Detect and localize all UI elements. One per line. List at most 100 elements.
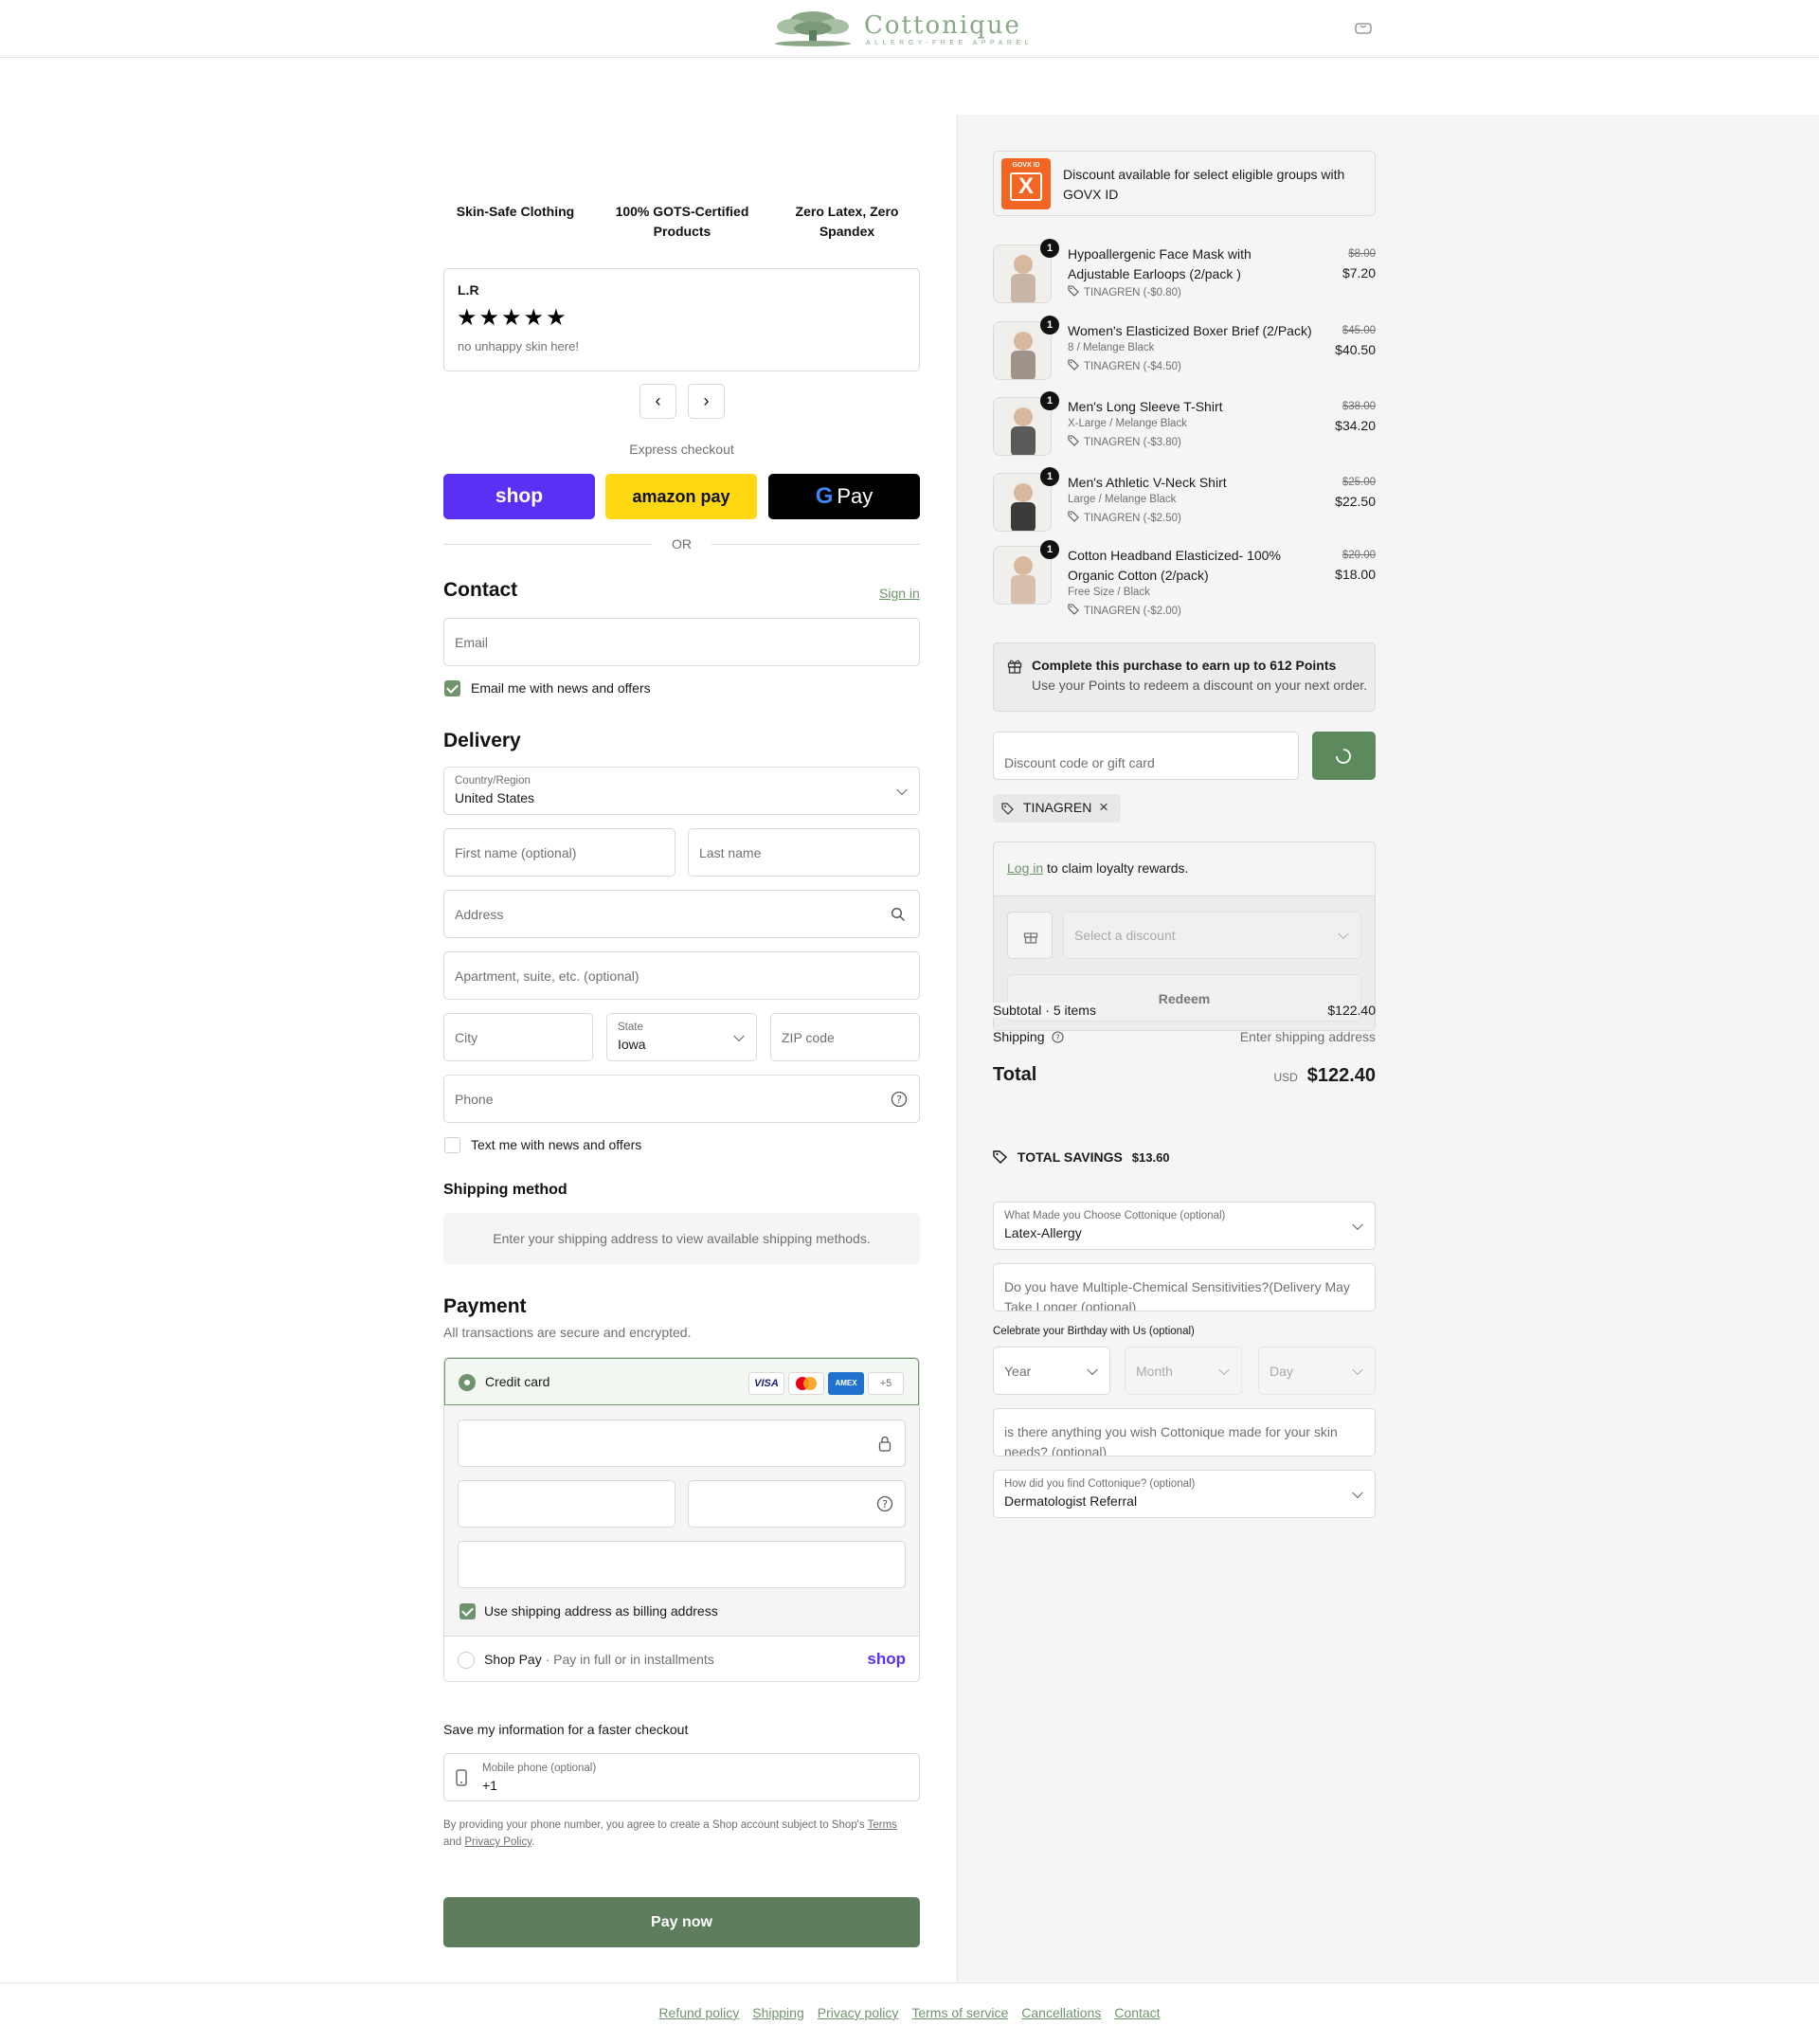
mastercard-icon [788,1372,824,1395]
footer-divider [0,1982,1819,1983]
discounted-price: $7.20 [1342,265,1376,280]
footer-link-privacy-policy[interactable]: Privacy policy [818,2005,899,2020]
footer-link-terms-of-service[interactable]: Terms of service [911,2005,1008,2020]
lock-icon [878,1436,891,1452]
chevron-down-icon [1352,1487,1363,1498]
footer-link-shipping[interactable]: Shipping [752,2005,804,2020]
tag-icon [1068,604,1079,615]
subtotal-value: $122.40 [1327,1003,1376,1018]
discounted-price: $40.50 [1335,342,1376,357]
remove-discount-icon[interactable]: × [1099,798,1108,817]
tag-icon [1068,435,1079,446]
footer-link-refund-policy[interactable]: Refund policy [658,2005,739,2020]
help-circle-icon[interactable]: ? [876,1495,893,1512]
email-news-checkbox[interactable] [444,680,460,696]
apartment-field[interactable]: Apartment, suite, etc. (optional) [443,951,920,1000]
birthday-month-select[interactable]: Month [1125,1347,1242,1395]
product-discount-code: TINAGREN (-$4.50) [1084,361,1181,372]
govx-banner[interactable]: GOVX ID X Discount available for select … [993,151,1376,216]
shop-pay-express-button[interactable]: shop [443,474,595,519]
footer-link-cancellations[interactable]: Cancellations [1021,2005,1101,2020]
review-prev-button[interactable]: ‹ [639,384,676,419]
chevron-down-icon [1087,1364,1098,1375]
birthday-day-select[interactable]: Day [1258,1347,1376,1395]
address-field[interactable]: Address [443,890,920,938]
save-info-heading: Save my information for a faster checkou… [443,1722,689,1737]
help-circle-icon[interactable]: ? [1052,1031,1064,1043]
terms-link[interactable]: Terms [868,1819,897,1831]
zip-field[interactable]: ZIP code [770,1013,920,1061]
product-discount: TINAGREN (-$4.50) [1068,359,1181,372]
gift-icon [1007,660,1022,674]
how-find-select[interactable]: How did you find Cottonique? (optional) … [993,1470,1376,1518]
first-name-placeholder: First name (optional) [455,844,577,860]
mcs-field[interactable]: Do you have Multiple-Chemical Sensitivit… [993,1263,1376,1311]
divider-right [711,544,920,545]
original-price: $20.00 [1342,550,1376,561]
shop-pay-option[interactable]: Shop Pay · Pay in full or in installment… [444,1636,919,1681]
mobile-phone-icon [456,1769,467,1786]
footer-link-contact[interactable]: Contact [1114,2005,1160,2020]
divider-left [443,544,652,545]
sign-in-link[interactable]: Sign in [879,586,920,601]
tree-icon [775,11,851,46]
quantity-badge: 1 [1040,316,1059,335]
tag-icon [1068,359,1079,371]
google-pay-button[interactable]: G Pay [768,474,920,519]
select-discount-dropdown[interactable]: Select a discount [1063,912,1361,959]
review-next-button[interactable]: › [688,384,725,419]
govx-text: Discount available for select eligible g… [1063,167,1345,202]
wish-placeholder: is there anything you wish Cottonique ma… [1004,1424,1338,1456]
product-name: Women's Elasticized Boxer Brief (2/Pack) [1068,323,1312,338]
apply-discount-button[interactable] [1312,732,1376,780]
amazon-pay-button[interactable]: amazon pay [605,474,757,519]
loyalty-login-link[interactable]: Log in [1007,860,1043,876]
govx-logo-text: GOVX ID [1012,162,1040,169]
billing-same-checkbox[interactable] [459,1603,476,1619]
legal-text: By providing your phone number, you agre… [443,1819,865,1831]
total-savings-label: TOTAL SAVINGS [1017,1149,1123,1165]
points-banner: Complete this purchase to earn up to 612… [993,642,1376,712]
google-g-icon: G [815,483,834,509]
search-icon [891,907,906,922]
credit-card-option[interactable]: Credit card VISA AMEX +5 [444,1358,919,1405]
card-number-field[interactable] [458,1420,906,1467]
first-name-field[interactable]: First name (optional) [443,828,675,877]
wish-field[interactable]: is there anything you wish Cottonique ma… [993,1408,1376,1456]
email-field[interactable]: Email [443,618,920,666]
product-variant: X-Large / Melange Black [1068,418,1187,429]
state-select[interactable]: State Iowa [606,1013,757,1061]
shop-legal-text: By providing your phone number, you agre… [443,1819,897,1848]
help-circle-icon[interactable]: ? [891,1091,908,1108]
mobile-phone-field[interactable]: Mobile phone (optional) +1 [443,1753,920,1801]
country-select[interactable]: Country/Region United States [443,767,920,815]
phone-field[interactable]: Phone ? [443,1075,920,1123]
city-field[interactable]: City [443,1013,593,1061]
select-discount-placeholder: Select a discount [1074,928,1176,943]
text-news-checkbox[interactable] [444,1137,460,1153]
shipping-label: Shipping [993,1029,1045,1044]
brand-logo[interactable]: Cottonique ALLERGY-FREE APPAREL [765,8,1050,49]
tag-icon [1068,511,1079,522]
total-value-row: USD $122.40 [1234,1065,1376,1087]
applied-discount-chip: TINAGREN × [993,794,1121,823]
privacy-policy-link[interactable]: Privacy Policy [464,1836,531,1848]
govx-x-icon: X [1010,172,1042,201]
security-code-field[interactable]: ? [688,1480,906,1528]
how-find-value: Dermatologist Referral [1004,1493,1138,1509]
points-subtitle: Use your Points to redeem a discount on … [1032,678,1368,693]
cart-bag-icon[interactable] [1355,21,1372,34]
why-choose-select[interactable]: What Made you Choose Cottonique (optiona… [993,1202,1376,1250]
total-savings-row: TOTAL SAVINGS $13.60 [993,1149,1170,1165]
phone-placeholder: Phone [455,1091,494,1107]
shop-pay-radio[interactable] [458,1652,475,1669]
name-on-card-field[interactable] [458,1541,906,1588]
birthday-year-select[interactable]: Year [993,1347,1110,1395]
credit-card-radio[interactable] [459,1374,476,1391]
pay-now-button[interactable]: Pay now [443,1897,920,1947]
quantity-badge: 1 [1040,239,1059,258]
discount-code-field[interactable]: Discount code or gift card [993,732,1299,780]
last-name-field[interactable]: Last name [688,828,920,877]
product-discount-code: TINAGREN (-$3.80) [1084,437,1181,448]
expiry-field[interactable] [458,1480,675,1528]
